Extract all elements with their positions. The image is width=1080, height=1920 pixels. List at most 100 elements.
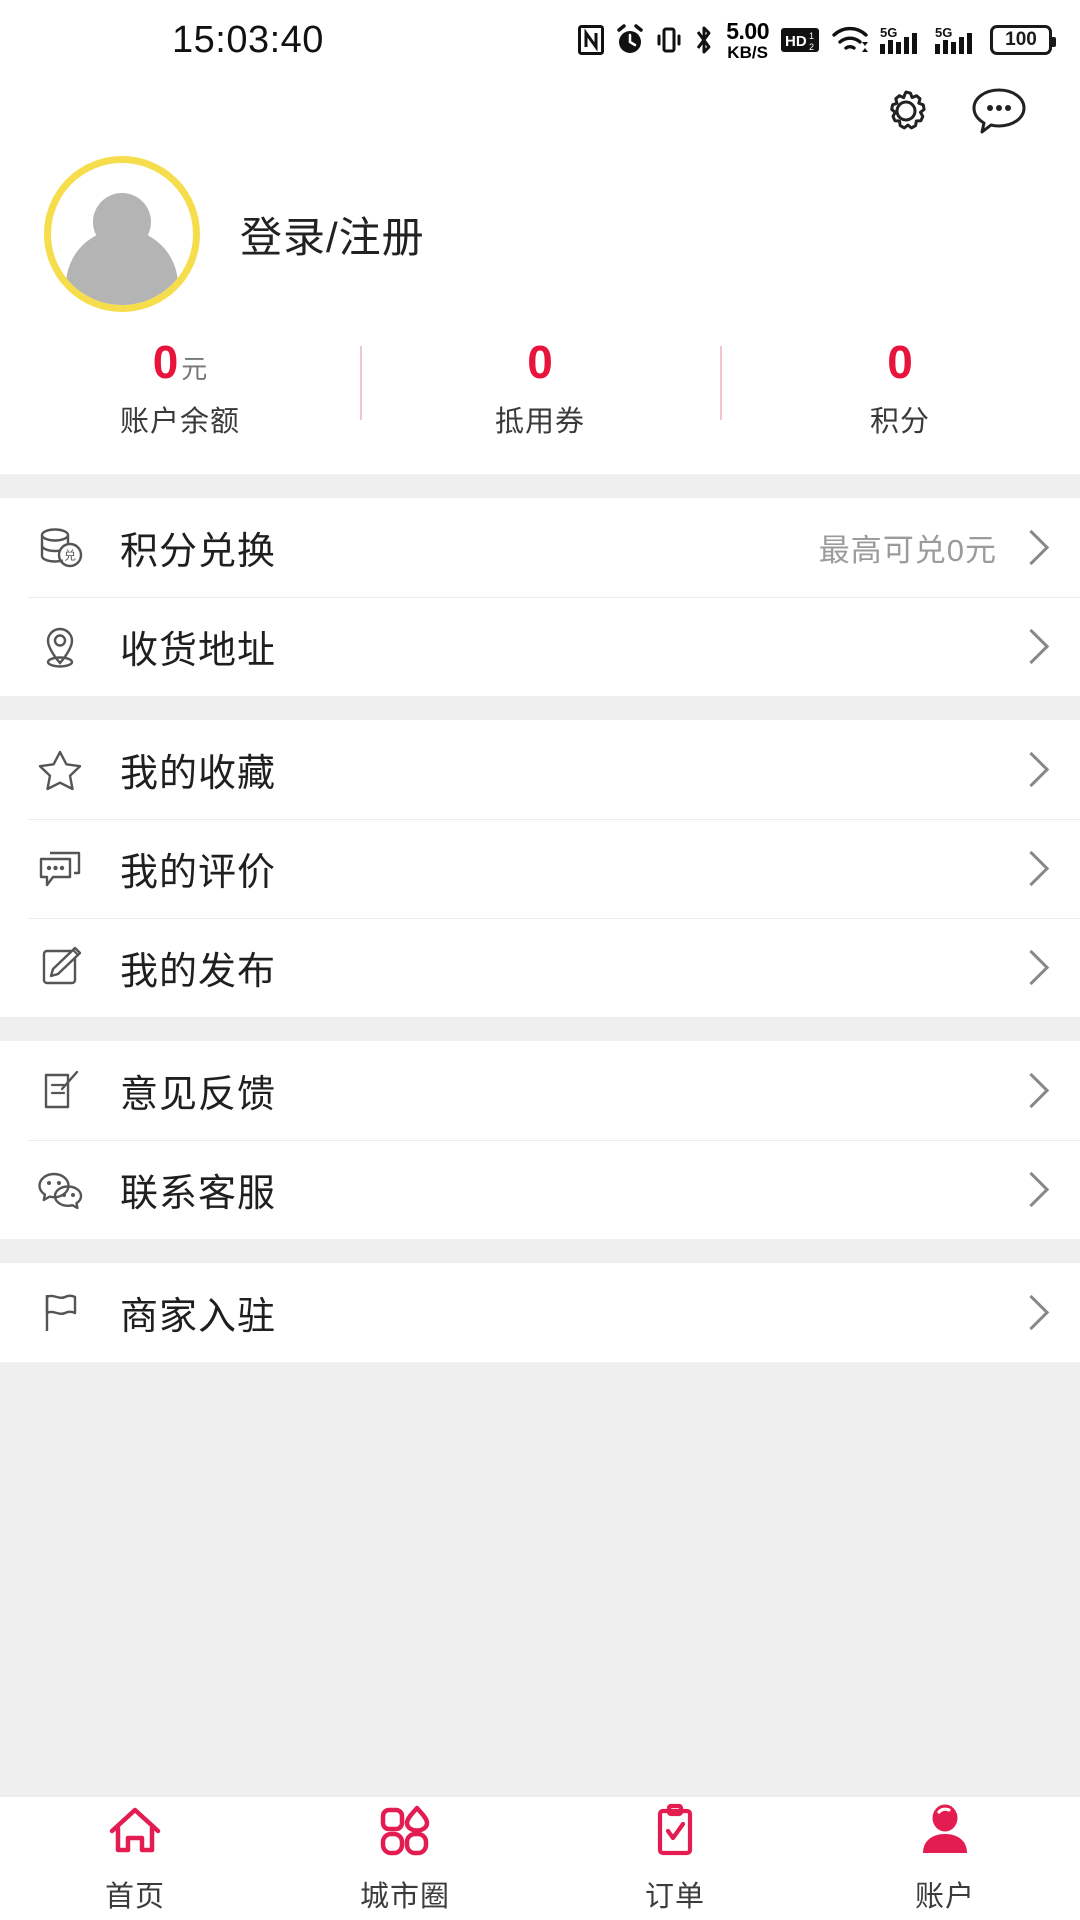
menu-row-points-exchange[interactable]: 兑 积分兑换 最高可兑0元 bbox=[0, 498, 1080, 597]
menu-row-points-exchange-label: 积分兑换 bbox=[120, 520, 276, 575]
star-icon bbox=[32, 742, 88, 798]
hd-icon: HD 1 2 bbox=[780, 26, 820, 54]
bluetooth-icon bbox=[693, 24, 715, 56]
tab-home-label: 首页 bbox=[105, 1873, 165, 1915]
battery-level: 100 bbox=[1005, 29, 1037, 51]
stat-balance-value-wrap: 0 元 bbox=[153, 338, 208, 386]
nfc-icon bbox=[578, 25, 604, 55]
stat-balance-value: 0 bbox=[153, 338, 179, 386]
edit-pencil-icon bbox=[32, 940, 88, 996]
menu-row-shipping-address-right bbox=[1019, 634, 1048, 659]
stat-voucher[interactable]: 0 抵用券 bbox=[360, 338, 720, 440]
status-bar: 15:03:40 bbox=[0, 0, 1080, 80]
battery-icon: 100 bbox=[990, 25, 1052, 55]
menu-row-my-posts-right bbox=[1019, 955, 1048, 980]
stat-voucher-value: 0 bbox=[527, 338, 553, 386]
menu-row-merchant-join[interactable]: 商家入驻 bbox=[0, 1263, 1080, 1362]
tab-city-circle[interactable]: 城市圈 bbox=[270, 1802, 540, 1915]
menu-row-points-exchange-value: 最高可兑0元 bbox=[819, 525, 997, 570]
avatar-body bbox=[66, 229, 178, 311]
account-stats: 0 元 账户余额 0 抵用券 0 积分 bbox=[0, 338, 1080, 474]
coin-exchange-icon: 兑 bbox=[32, 520, 88, 576]
chevron-right-icon bbox=[1014, 950, 1049, 985]
svg-text:HD: HD bbox=[785, 33, 807, 50]
gear-icon[interactable] bbox=[878, 83, 934, 144]
menu-row-customer-service-right bbox=[1019, 1177, 1048, 1202]
feedback-form-icon bbox=[32, 1063, 88, 1119]
tab-orders-label: 订单 bbox=[645, 1873, 705, 1915]
chevron-right-icon bbox=[1014, 1073, 1049, 1108]
menu-group-1: 兑 积分兑换 最高可兑0元 收货地址 bbox=[0, 498, 1080, 696]
stat-balance[interactable]: 0 元 账户余额 bbox=[0, 338, 360, 440]
tab-account-label: 账户 bbox=[915, 1873, 975, 1915]
chevron-right-icon bbox=[1014, 629, 1049, 664]
order-clipboard-icon bbox=[644, 1802, 706, 1865]
tab-home[interactable]: 首页 bbox=[0, 1802, 270, 1915]
tab-orders[interactable]: 订单 bbox=[540, 1802, 810, 1915]
status-icon-group: 5.00 KB/S HD 1 2 bbox=[578, 20, 1052, 61]
home-icon bbox=[104, 1802, 166, 1865]
profile-header[interactable]: 登录/注册 bbox=[0, 146, 1080, 338]
tab-account[interactable]: 账户 bbox=[810, 1802, 1080, 1915]
menu-row-shipping-address-label: 收货地址 bbox=[120, 619, 276, 674]
menu-row-favorites-label: 我的收藏 bbox=[120, 742, 276, 797]
section-gap bbox=[0, 1017, 1080, 1041]
menu-group-4: 商家入驻 bbox=[0, 1263, 1080, 1362]
svg-text:兑: 兑 bbox=[64, 548, 76, 562]
menu-row-favorites[interactable]: 我的收藏 bbox=[0, 720, 1080, 819]
status-time: 15:03:40 bbox=[172, 19, 324, 62]
city-circle-icon bbox=[374, 1802, 436, 1865]
menu-row-feedback-right bbox=[1019, 1078, 1048, 1103]
chevron-right-icon bbox=[1014, 1172, 1049, 1207]
stat-points[interactable]: 0 积分 bbox=[720, 338, 1080, 440]
menu-row-feedback[interactable]: 意见反馈 bbox=[0, 1041, 1080, 1140]
chevron-right-icon bbox=[1014, 851, 1049, 886]
page-filler bbox=[0, 1362, 1080, 1795]
chevron-right-icon bbox=[1014, 1295, 1049, 1330]
svg-text:1: 1 bbox=[809, 31, 814, 41]
default-avatar-icon[interactable] bbox=[44, 156, 200, 312]
network-speed-unit: KB/S bbox=[727, 44, 768, 61]
menu-row-shipping-address[interactable]: 收货地址 bbox=[0, 597, 1080, 696]
section-gap bbox=[0, 474, 1080, 498]
section-gap bbox=[0, 696, 1080, 720]
menu-row-customer-service[interactable]: 联系客服 bbox=[0, 1140, 1080, 1239]
alarm-icon bbox=[615, 24, 645, 56]
menu-row-my-posts[interactable]: 我的发布 bbox=[0, 918, 1080, 1017]
menu-row-favorites-right bbox=[1019, 757, 1048, 782]
message-bubble-icon[interactable] bbox=[970, 84, 1028, 143]
wifi-icon bbox=[831, 25, 869, 55]
tab-city-circle-label: 城市圈 bbox=[360, 1873, 450, 1915]
menu-group-2: 我的收藏 我的评价 bbox=[0, 720, 1080, 1017]
login-register-label[interactable]: 登录/注册 bbox=[240, 204, 425, 265]
stat-voucher-value-wrap: 0 bbox=[527, 338, 553, 386]
stat-voucher-label: 抵用券 bbox=[495, 398, 585, 440]
signal-5g-icon-2: 5G bbox=[935, 24, 979, 56]
location-pin-icon bbox=[32, 619, 88, 675]
header-actions bbox=[0, 80, 1080, 146]
menu-row-my-posts-label: 我的发布 bbox=[120, 940, 276, 995]
signal-5g-icon-1: 5G bbox=[880, 24, 924, 56]
section-gap bbox=[0, 1239, 1080, 1263]
account-person-icon bbox=[914, 1802, 976, 1865]
menu-row-merchant-join-right bbox=[1019, 1300, 1048, 1325]
customer-service-icon bbox=[32, 1162, 88, 1218]
svg-text:2: 2 bbox=[809, 42, 814, 52]
stat-balance-unit: 元 bbox=[181, 356, 207, 383]
svg-text:5G: 5G bbox=[880, 25, 897, 40]
menu-row-customer-service-label: 联系客服 bbox=[120, 1162, 276, 1217]
app-screen: 15:03:40 bbox=[0, 0, 1080, 1920]
menu-row-merchant-join-label: 商家入驻 bbox=[120, 1285, 276, 1340]
network-speed-value: 5.00 bbox=[726, 20, 769, 43]
flag-icon bbox=[32, 1285, 88, 1341]
menu-row-reviews-right bbox=[1019, 856, 1048, 881]
bottom-tab-bar: 首页 城市圈 bbox=[0, 1795, 1080, 1920]
stat-points-value: 0 bbox=[887, 338, 913, 386]
stat-balance-label: 账户余额 bbox=[120, 398, 240, 440]
menu-group-3: 意见反馈 联系客服 bbox=[0, 1041, 1080, 1239]
comment-bubble-icon bbox=[32, 841, 88, 897]
svg-text:5G: 5G bbox=[935, 25, 952, 40]
stat-points-label: 积分 bbox=[870, 398, 930, 440]
menu-row-reviews[interactable]: 我的评价 bbox=[0, 819, 1080, 918]
vibrate-icon bbox=[656, 25, 682, 55]
